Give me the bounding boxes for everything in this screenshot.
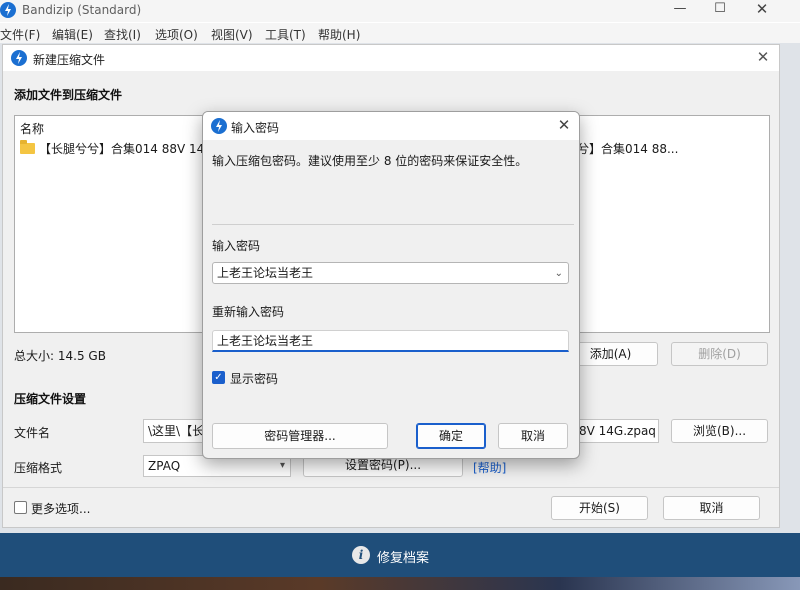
repair-archive-link[interactable]: 修复档案 [377, 547, 429, 566]
ok-button[interactable]: 确定 [416, 423, 486, 449]
reenter-password-label: 重新输入密码 [212, 305, 285, 319]
add-files-heading: 添加文件到压缩文件 [14, 88, 123, 102]
format-label: 压缩格式 [14, 461, 63, 475]
menu-help[interactable]: 帮助(H) [318, 26, 360, 43]
browse-button[interactable]: 浏览(B)... [671, 419, 768, 443]
chevron-down-icon: ▾ [279, 460, 285, 471]
format-select-value: ZPAQ [148, 459, 181, 473]
archive-settings-heading: 压缩文件设置 [14, 392, 87, 406]
desktop-background [0, 577, 800, 590]
filename-label: 文件名 [14, 426, 51, 440]
maximize-button[interactable]: ☐ [700, 0, 740, 20]
menu-file[interactable]: 文件(F) [0, 26, 40, 43]
dialog-close-button[interactable]: ✕ [751, 48, 775, 68]
start-button[interactable]: 开始(S) [551, 496, 648, 520]
app-title: Bandizip (Standard) [22, 3, 142, 17]
menu-find[interactable]: 查找(I) [104, 26, 141, 43]
menu-view[interactable]: 视图(V) [211, 26, 253, 43]
password-manager-button[interactable]: 密码管理器... [212, 423, 388, 449]
password-input[interactable]: 上老王论坛当老王 ⌄ [212, 262, 569, 284]
menu-edit[interactable]: 编辑(E) [52, 26, 93, 43]
column-header-name[interactable]: 名称 [20, 120, 44, 137]
cancel-button[interactable]: 取消 [663, 496, 760, 520]
menu-tools[interactable]: 工具(T) [265, 26, 306, 43]
filename-field[interactable]: \这里\【长 [143, 419, 209, 443]
password-dialog-titlebar: 输入密码 ✕ [203, 112, 579, 140]
list-item-name-tail: 兮】合集014 88... [577, 142, 679, 156]
minimize-button[interactable]: — [660, 0, 700, 20]
dialog-title: 新建压缩文件 [33, 53, 106, 67]
bandizip-logo-icon [11, 50, 27, 66]
list-item[interactable]: 【长腿兮兮】合集014 88V 14 [20, 140, 204, 157]
password-cancel-button[interactable]: 取消 [498, 423, 568, 449]
total-size-label: 总大小: 14.5 GB [14, 349, 106, 363]
menu-options[interactable]: 选项(O) [155, 26, 198, 43]
help-link[interactable]: [帮助] [473, 459, 506, 476]
bandizip-logo-icon [0, 2, 16, 18]
password-dialog-close-button[interactable]: ✕ [553, 116, 575, 136]
list-item-name: 【长腿兮兮】合集014 88V 14 [39, 142, 205, 156]
reenter-password-value: 上老王论坛当老王 [217, 334, 314, 348]
filename-field-tail[interactable]: 8V 14G.zpaq [575, 419, 659, 443]
close-window-button[interactable]: ✕ [742, 0, 782, 20]
dialog-titlebar: 新建压缩文件 ✕ [3, 45, 779, 71]
more-options-checkbox[interactable] [14, 501, 27, 514]
password-dialog: 输入密码 ✕ 输入压缩包密码。建议使用至少 8 位的密码来保证安全性。 输入密码… [202, 111, 580, 459]
show-password-checkbox[interactable]: ✓ [212, 371, 225, 384]
chevron-down-icon[interactable]: ⌄ [555, 264, 563, 284]
password-description: 输入压缩包密码。建议使用至少 8 位的密码来保证安全性。 [212, 154, 528, 168]
menubar: 文件(F) 编辑(E) 查找(I) 选项(O) 视图(V) 工具(T) 帮助(H… [0, 23, 800, 43]
more-options-label[interactable]: 更多选项... [31, 500, 90, 517]
info-icon[interactable]: i [352, 546, 370, 564]
reenter-password-input[interactable]: 上老王论坛当老王 [212, 330, 569, 352]
show-password-label[interactable]: 显示密码 [230, 370, 278, 387]
password-label: 输入密码 [212, 239, 261, 253]
folder-icon [20, 140, 35, 154]
separator [212, 224, 574, 225]
app-titlebar: Bandizip (Standard) — ☐ ✕ [0, 0, 800, 22]
bandizip-logo-icon [211, 118, 227, 134]
delete-button[interactable]: 删除(D) [671, 342, 768, 366]
password-dialog-title: 输入密码 [231, 121, 280, 135]
password-value: 上老王论坛当老王 [217, 266, 314, 280]
separator [3, 487, 779, 488]
